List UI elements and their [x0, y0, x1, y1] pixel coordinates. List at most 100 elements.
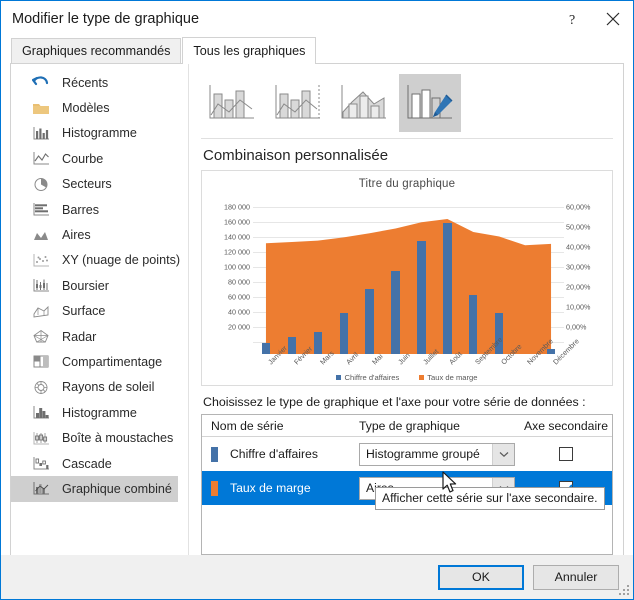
sidebar-item-label: Courbe	[62, 152, 103, 166]
sidebar-item-xy-scatter[interactable]: XY (nuage de points)	[11, 248, 188, 273]
folder-icon	[31, 99, 51, 117]
chart-preview[interactable]: Titre du graphique 180 000 160 000 140 0…	[201, 170, 613, 386]
treemap-chart-icon	[31, 353, 51, 371]
surface-chart-icon	[31, 302, 51, 320]
sidebar-item-boite-a-moustaches[interactable]: Boîte à moustaches	[11, 425, 188, 450]
line-chart-icon	[31, 150, 51, 168]
sidebar-item-recents[interactable]: Récents	[11, 70, 188, 95]
legend-swatch	[336, 375, 341, 380]
chart-subtype-thumbnails	[201, 72, 613, 134]
thumbnail-aires-empilees-histogramme-groupe[interactable]	[333, 74, 395, 132]
legend-label: Chiffre d'affaires	[344, 373, 399, 382]
dialog-title: Modifier le type de graphique	[12, 11, 199, 27]
chart-bar	[469, 295, 477, 354]
chart-title: Titre du graphique	[202, 171, 612, 190]
series-name-label: Chiffre d'affaires	[230, 447, 318, 461]
sidebar-item-boursier[interactable]: Boursier	[11, 273, 188, 298]
series-name-cell: Chiffre d'affaires	[202, 447, 350, 462]
combo-chart-icon	[31, 480, 51, 498]
thumbnail-histogramme-groupe-courbe-axe-secondaire[interactable]	[267, 74, 329, 132]
title-bar: Modifier le type de graphique ?	[1, 1, 633, 37]
chevron-down-icon[interactable]	[492, 444, 514, 465]
series-name-cell: Taux de marge	[202, 481, 350, 496]
sidebar-item-histogramme-stat[interactable]: Histogramme	[11, 400, 188, 425]
tooltip: Afficher cette série sur l'axe secondair…	[375, 487, 605, 510]
tab-label: Graphiques recommandés	[22, 44, 170, 58]
resize-grip[interactable]	[619, 585, 630, 596]
chart-bar	[391, 271, 399, 354]
series-table: Nom de série Type de graphique Axe secon…	[201, 414, 613, 555]
waterfall-chart-icon	[31, 455, 51, 473]
sidebar-item-label: Rayons de soleil	[62, 380, 154, 394]
secondary-axis-checkbox-chiffre-daffaires[interactable]	[559, 447, 573, 461]
y-tick: 100 000	[224, 263, 250, 272]
sidebar-item-rayons-de-soleil[interactable]: Rayons de soleil	[11, 375, 188, 400]
sidebar-item-surface[interactable]: Surface	[11, 299, 188, 324]
ok-button[interactable]: OK	[438, 565, 524, 590]
sidebar-item-courbe[interactable]: Courbe	[11, 146, 188, 171]
pie-chart-icon	[31, 175, 51, 193]
y2-tick: 10,00%	[566, 303, 590, 312]
series-name-label: Taux de marge	[230, 481, 311, 495]
y-tick: 40 000	[228, 308, 250, 317]
tab-tous-les-graphiques[interactable]: Tous les graphiques	[182, 37, 316, 64]
section-title: Combinaison personnalisée	[201, 139, 613, 170]
sidebar-item-label: Récents	[62, 76, 108, 90]
sidebar-item-radar[interactable]: Radar	[11, 324, 188, 349]
y-tick: 60 000	[228, 293, 250, 302]
thumbnail-combinaison-personnalisee[interactable]	[399, 74, 461, 132]
chart-bar	[443, 223, 451, 354]
sidebar-item-cascade[interactable]: Cascade	[11, 451, 188, 476]
recent-arrow-icon	[31, 74, 51, 92]
sidebar-item-label: Compartimentage	[62, 355, 162, 369]
svg-text:?: ?	[569, 13, 575, 27]
help-icon[interactable]: ?	[553, 3, 593, 35]
tab-label: Tous les graphiques	[193, 44, 305, 58]
series-type-cell: Histogramme groupé	[350, 443, 520, 466]
bar-chart-icon	[31, 201, 51, 219]
y-tick: 160 000	[224, 218, 250, 227]
thumbnail-histogramme-groupe-courbe[interactable]	[201, 74, 263, 132]
sidebar-item-graphique-combine[interactable]: Graphique combiné	[11, 476, 178, 501]
legend-item-taux-de-marge: Taux de marge	[419, 373, 477, 382]
histogram-chart-icon	[31, 404, 51, 422]
legend-item-chiffre-daffaires: Chiffre d'affaires	[336, 373, 399, 382]
chart-legend: Chiffre d'affaires Taux de marge	[202, 373, 612, 382]
y2-tick: 40,00%	[566, 243, 590, 252]
right-pane: Combinaison personnalisée Titre du graph…	[189, 64, 623, 555]
y2-tick: 30,00%	[566, 263, 590, 272]
chart-bar	[314, 332, 322, 355]
sidebar-item-label: XY (nuage de points)	[62, 253, 180, 267]
sidebar-item-label: Boîte à moustaches	[62, 431, 173, 445]
dialog-body: Récents Modèles Histogramme Courbe	[10, 63, 624, 555]
column-chart-icon	[31, 124, 51, 142]
header-type-de-graphique: Type de graphique	[350, 419, 520, 433]
sidebar-item-barres[interactable]: Barres	[11, 197, 188, 222]
tab-graphiques-recommandes[interactable]: Graphiques recommandés	[11, 38, 181, 63]
y-tick: 80 000	[228, 278, 250, 287]
chooser-instruction: Choisissez le type de graphique et l'axe…	[201, 386, 613, 414]
sidebar-item-label: Boursier	[62, 279, 109, 293]
series-axis-cell	[520, 447, 612, 461]
sidebar-item-label: Barres	[62, 203, 99, 217]
sidebar-item-secteurs[interactable]: Secteurs	[11, 172, 188, 197]
chart-type-select-chiffre-daffaires[interactable]: Histogramme groupé	[359, 443, 515, 466]
y2-tick: 0,00%	[566, 323, 586, 332]
sidebar-item-label: Modèles	[62, 101, 110, 115]
sidebar-item-compartimentage[interactable]: Compartimentage	[11, 349, 188, 374]
y-tick: 140 000	[224, 233, 250, 242]
cancel-button[interactable]: Annuler	[533, 565, 619, 590]
area-chart-icon	[31, 226, 51, 244]
change-chart-type-dialog: Modifier le type de graphique ? Graphiqu…	[0, 0, 634, 600]
header-nom-de-serie: Nom de série	[202, 419, 350, 433]
select-value: Histogramme groupé	[360, 447, 492, 461]
sidebar-item-modeles[interactable]: Modèles	[11, 95, 188, 120]
chart-bar	[340, 313, 348, 354]
close-icon[interactable]	[593, 3, 633, 35]
sidebar-item-histogramme[interactable]: Histogramme	[11, 121, 188, 146]
sidebar-item-aires[interactable]: Aires	[11, 222, 188, 247]
stock-chart-icon	[31, 277, 51, 295]
legend-label: Taux de marge	[427, 373, 477, 382]
chart-bar	[262, 343, 270, 354]
table-row[interactable]: Chiffre d'affaires Histogramme groupé	[202, 437, 612, 471]
